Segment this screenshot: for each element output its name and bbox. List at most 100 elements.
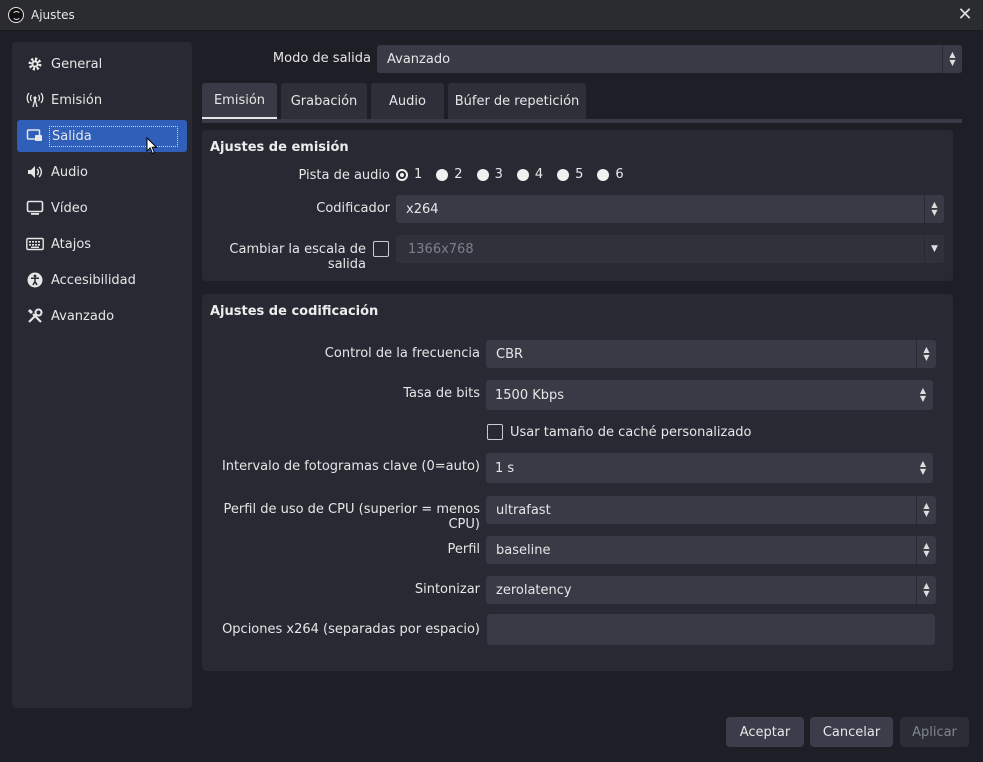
monitor-icon (25, 198, 45, 218)
sidebar-item-label: Salida (49, 125, 178, 147)
sidebar-item-accesibilidad[interactable]: Accesibilidad (17, 264, 187, 296)
profile-label: Perfil (447, 542, 480, 557)
x264-options-label: Opciones x264 (separadas por espacio) (222, 622, 480, 637)
cpu-preset-select[interactable]: ultrafast ▲ ▼ (486, 496, 936, 524)
tune-label: Sintonizar (414, 582, 480, 597)
apply-button[interactable]: Aplicar (900, 717, 969, 747)
encoding-settings-title: Ajustes de codificación (210, 304, 379, 319)
tab-emision[interactable]: Emisión (202, 83, 277, 119)
tab-divider (202, 119, 962, 123)
tools-icon (25, 306, 45, 326)
rescale-checkbox[interactable] (373, 241, 389, 257)
encoder-label: Codificador (316, 201, 390, 216)
tab-bufer-repeticion[interactable]: Búfer de repetición (448, 83, 586, 119)
x264-options-input[interactable] (487, 614, 935, 645)
tab-label: Emisión (213, 92, 266, 108)
audio-track-radio-3[interactable] (476, 168, 489, 181)
gear-icon (25, 54, 45, 74)
audio-track-label-1: 1 (414, 167, 423, 182)
custom-buffer-checkbox[interactable] (487, 424, 503, 440)
tune-value: zerolatency (496, 582, 572, 598)
spin-arrows-icon[interactable]: ▲ ▼ (913, 380, 933, 410)
audio-track-label-5: 5 (575, 167, 584, 182)
cancel-button-label: Cancelar (822, 724, 881, 740)
audio-track-radio-6[interactable] (597, 168, 610, 181)
audio-track-label-4: 4 (534, 167, 544, 182)
title-bar: Ajustes ✕ (0, 0, 983, 31)
sidebar-item-general[interactable]: General (17, 48, 187, 80)
close-icon[interactable]: ✕ (955, 5, 975, 25)
bitrate-value: 1500 Kbps (495, 387, 565, 403)
tab-audio[interactable]: Audio (371, 83, 444, 119)
output-mode-label: Modo de salida (272, 51, 371, 66)
sidebar-item-audio[interactable]: Audio (17, 156, 187, 188)
stream-settings-title: Ajustes de emisión (210, 140, 349, 155)
chevron-updown-icon: ▲ ▼ (916, 496, 936, 524)
rate-control-label: Control de la frecuencia (324, 346, 480, 361)
sidebar-item-label: General (51, 56, 103, 72)
sidebar-item-label: Emisión (51, 92, 103, 108)
accessibility-icon (25, 270, 45, 290)
profile-value: baseline (496, 542, 551, 558)
sidebar-item-avanzado[interactable]: Avanzado (17, 300, 187, 332)
sidebar-item-video[interactable]: Vídeo (17, 192, 187, 224)
window-title: Ajustes (31, 8, 75, 22)
bitrate-label: Tasa de bits (403, 386, 480, 401)
audio-track-radio-4[interactable] (516, 168, 529, 181)
tab-label: Búfer de repetición (454, 93, 580, 109)
output-icon (25, 126, 45, 146)
sidebar-item-atajos[interactable]: Atajos (17, 228, 187, 260)
chevron-down-icon: ▼ (924, 235, 944, 263)
cpu-preset-label: Perfil de uso de CPU (superior = menos C… (223, 502, 480, 532)
rescale-value: 1366x768 (408, 241, 474, 257)
keyframe-interval-value: 1 s (495, 460, 515, 476)
output-mode-value: Avanzado (387, 51, 451, 67)
rate-control-value: CBR (496, 346, 524, 362)
sidebar-item-emision[interactable]: Emisión (17, 84, 187, 116)
chevron-updown-icon: ▲ ▼ (916, 340, 936, 368)
bitrate-spinbox[interactable]: 1500 Kbps ▲ ▼ (486, 380, 933, 410)
output-mode-select[interactable]: Avanzado ▲ ▼ (377, 45, 962, 73)
encoder-select[interactable]: x264 ▲ ▼ (396, 195, 944, 223)
mouse-cursor-icon (146, 137, 158, 155)
audio-track-label-3: 3 (494, 167, 503, 182)
sidebar-item-label: Avanzado (51, 308, 115, 324)
spin-arrows-icon[interactable]: ▲ ▼ (913, 453, 933, 483)
sidebar-item-label: Atajos (51, 236, 92, 252)
accept-button[interactable]: Aceptar (726, 717, 804, 747)
keyframe-interval-spinbox[interactable]: 1 s ▲ ▼ (486, 453, 933, 483)
accept-button-label: Aceptar (739, 724, 791, 740)
audio-track-radio-group: 1 2 3 4 5 6 (396, 167, 638, 182)
rate-control-select[interactable]: CBR ▲ ▼ (486, 340, 936, 368)
chevron-updown-icon: ▲ ▼ (916, 536, 936, 564)
audio-track-label: Pista de audio (298, 168, 390, 183)
sidebar-item-label: Audio (51, 164, 88, 180)
tune-select[interactable]: zerolatency ▲ ▼ (486, 576, 936, 604)
rescale-label: Cambiar la escala de salida (229, 242, 366, 272)
cpu-preset-value: ultrafast (496, 502, 551, 518)
custom-buffer-label: Usar tamaño de caché personalizado (510, 425, 752, 440)
audio-track-radio-1[interactable] (396, 168, 408, 181)
sidebar-item-salida[interactable]: Salida (17, 120, 187, 152)
profile-select[interactable]: baseline ▲ ▼ (486, 536, 936, 564)
sidebar-item-label: Vídeo (51, 200, 88, 216)
speaker-icon (25, 162, 45, 182)
encoder-value: x264 (406, 201, 439, 217)
audio-track-label-2: 2 (454, 167, 463, 182)
audio-track-radio-2[interactable] (436, 168, 449, 181)
tab-grabacion[interactable]: Grabación (281, 83, 367, 119)
obs-logo-icon (8, 7, 24, 23)
chevron-updown-icon: ▲ ▼ (916, 576, 936, 604)
rescale-resolution-select[interactable]: 1366x768 ▼ (396, 235, 944, 263)
cancel-button[interactable]: Cancelar (810, 717, 893, 747)
tab-label: Audio (389, 93, 426, 109)
sidebar-item-label: Accesibilidad (51, 272, 136, 288)
audio-track-label-6: 6 (615, 167, 624, 182)
apply-button-label: Aplicar (912, 724, 957, 740)
keyframe-interval-label: Intervalo de fotogramas clave (0=auto) (221, 459, 480, 474)
chevron-updown-icon: ▲ ▼ (924, 195, 944, 223)
keyboard-icon (25, 234, 45, 254)
chevron-updown-icon: ▲ ▼ (942, 45, 962, 73)
settings-sidebar: General Emisión Salida Audio Vídeo Atajo… (12, 42, 192, 708)
audio-track-radio-5[interactable] (557, 168, 570, 181)
